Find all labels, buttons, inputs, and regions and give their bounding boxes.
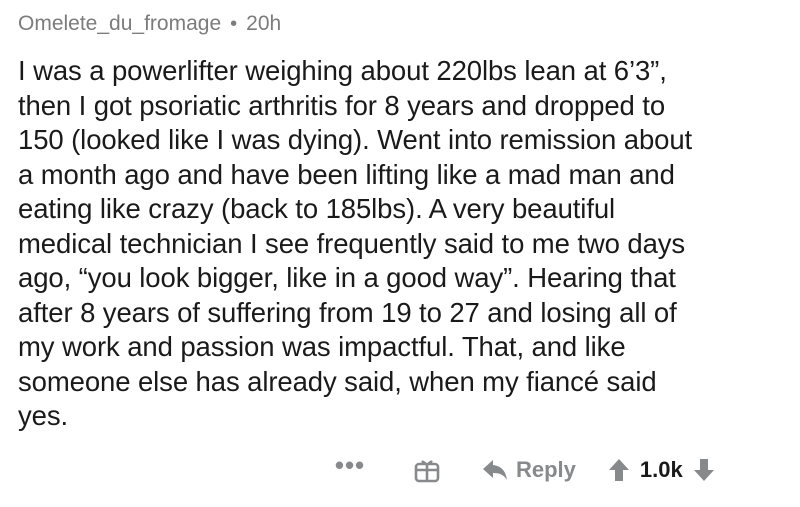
upvote-button[interactable] [608, 458, 630, 482]
gift-icon [414, 460, 440, 483]
comment-age: 20h [246, 12, 282, 35]
comment-line: yes. [18, 400, 69, 431]
comment-meta: Omelete_du_fromage • 20h [18, 8, 788, 40]
comment-line: eating like crazy (back to 185lbs). A ve… [18, 193, 616, 224]
reply-label: Reply [516, 457, 576, 482]
comment-line: someone else has already said, when my f… [18, 365, 657, 397]
comment-line: 150 (looked like I was dying). Went into… [18, 124, 693, 155]
comment-line: my work and passion was impactful. That,… [18, 331, 626, 362]
more-options-button[interactable]: ••• [330, 452, 370, 478]
comment-line: I was a powerlifter weighing about 220lb… [18, 55, 667, 86]
comment-actions: ••• Reply 1.0k [330, 450, 715, 490]
award-button[interactable] [412, 455, 442, 485]
reply-button[interactable]: Reply [482, 457, 576, 483]
comment: Omelete_du_fromage • 20h I was a powerli… [18, 8, 788, 434]
vote-controls: 1.0k [608, 457, 715, 483]
downvote-button[interactable] [693, 458, 715, 482]
comment-line: then I got psoriatic arthritis for 8 yea… [18, 89, 666, 121]
upvote-arrow-icon [608, 459, 629, 481]
downvote-arrow-icon [693, 459, 714, 481]
comment-line: after 8 years of suffering from 19 to 27… [18, 296, 677, 328]
comment-line: ago, “you look bigger, like in a good wa… [18, 262, 676, 293]
meta-separator: • [230, 13, 238, 35]
comment-body: I was a powerlifter weighing about 220lb… [18, 54, 788, 434]
comment-line: medical technician I see frequently said… [18, 227, 686, 259]
vote-score: 1.0k [639, 457, 683, 482]
comment-author[interactable]: Omelete_du_fromage [18, 12, 221, 36]
comment-line: a month ago and have been lifting like a… [18, 158, 675, 190]
reply-arrow-icon [483, 460, 507, 480]
